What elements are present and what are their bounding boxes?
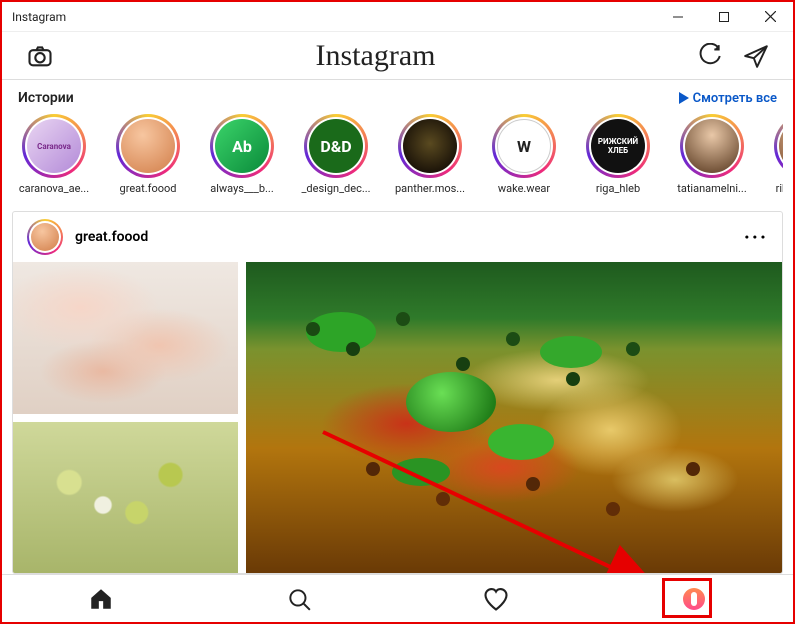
stories-row[interactable]: Caranova caranova_ae... great.foood Ab a…	[12, 110, 783, 203]
story-ring: Caranova	[22, 114, 86, 178]
story-ring: W	[492, 114, 556, 178]
story-username: always___b...	[202, 182, 282, 195]
story-ring	[774, 114, 783, 178]
story-item[interactable]: W wake.wear	[484, 114, 564, 195]
content-area: Истории Смотреть все Caranova caranova_a…	[2, 80, 793, 574]
camera-button[interactable]	[26, 42, 54, 70]
nav-activity-button[interactable]	[472, 575, 520, 623]
post-author-avatar[interactable]	[27, 219, 63, 255]
story-item[interactable]: Ab always___b...	[202, 114, 282, 195]
story-username: _design_dec...	[296, 182, 376, 195]
feed-post: great.foood ···	[12, 211, 783, 574]
story-avatar: D&D	[309, 119, 363, 173]
direct-messages-button[interactable]	[743, 43, 769, 69]
post-image-main	[246, 262, 782, 573]
nav-home-button[interactable]	[77, 575, 125, 623]
refresh-button[interactable]	[697, 43, 723, 69]
watch-all-button[interactable]: Смотреть все	[679, 91, 777, 106]
story-item[interactable]: РИЖСКИЙ ХЛЕБ riga_hleb	[578, 114, 658, 195]
window-minimize-button[interactable]	[655, 2, 701, 32]
story-avatar: РИЖСКИЙ ХЛЕБ	[591, 119, 645, 173]
story-item[interactable]: panther.mos...	[390, 114, 470, 195]
stories-title: Истории	[18, 90, 74, 106]
post-header: great.foood ···	[13, 212, 782, 262]
story-item[interactable]: Caranova caranova_ae...	[14, 114, 94, 195]
story-ring: Ab	[210, 114, 274, 178]
story-avatar	[403, 119, 457, 173]
story-username: great.foood	[108, 182, 188, 195]
story-ring	[680, 114, 744, 178]
story-avatar	[685, 119, 739, 173]
story-item[interactable]: D&D _design_dec...	[296, 114, 376, 195]
story-username: tatianamelni...	[672, 182, 752, 195]
nav-profile-button[interactable]	[670, 575, 718, 623]
story-avatar	[121, 119, 175, 173]
story-username: riga_hleb	[578, 182, 658, 195]
story-ring	[398, 114, 462, 178]
story-avatar	[779, 119, 783, 173]
window-close-button[interactable]	[747, 2, 793, 32]
story-item[interactable]: great.foood	[108, 114, 188, 195]
story-ring	[116, 114, 180, 178]
bottom-nav	[2, 574, 793, 622]
story-username: rikiperetzma	[766, 182, 783, 195]
window-controls	[655, 2, 793, 32]
window-title: Instagram	[12, 10, 66, 24]
profile-avatar-icon	[683, 588, 705, 610]
story-avatar: Ab	[215, 119, 269, 173]
post-image-thumb-2	[13, 422, 238, 574]
app-logo: Instagram	[316, 39, 436, 73]
nav-search-button[interactable]	[275, 575, 323, 623]
story-username: panther.mos...	[390, 182, 470, 195]
story-avatar: Caranova	[27, 119, 81, 173]
post-image-carousel[interactable]	[13, 262, 782, 573]
post-more-button[interactable]: ···	[744, 225, 768, 249]
story-item[interactable]: rikiperetzma	[766, 114, 783, 195]
story-username: caranova_ae...	[14, 182, 94, 195]
app-header: Instagram	[2, 32, 793, 80]
story-avatar: W	[497, 119, 551, 173]
window-maximize-button[interactable]	[701, 2, 747, 32]
window-titlebar: Instagram	[2, 2, 793, 32]
post-image-thumb-1	[13, 262, 238, 414]
watch-all-label: Смотреть все	[693, 91, 777, 106]
post-author-username[interactable]: great.foood	[75, 229, 732, 245]
story-ring: РИЖСКИЙ ХЛЕБ	[586, 114, 650, 178]
stories-header: Истории Смотреть все	[12, 88, 783, 110]
story-ring: D&D	[304, 114, 368, 178]
story-item[interactable]: tatianamelni...	[672, 114, 752, 195]
story-username: wake.wear	[484, 182, 564, 195]
